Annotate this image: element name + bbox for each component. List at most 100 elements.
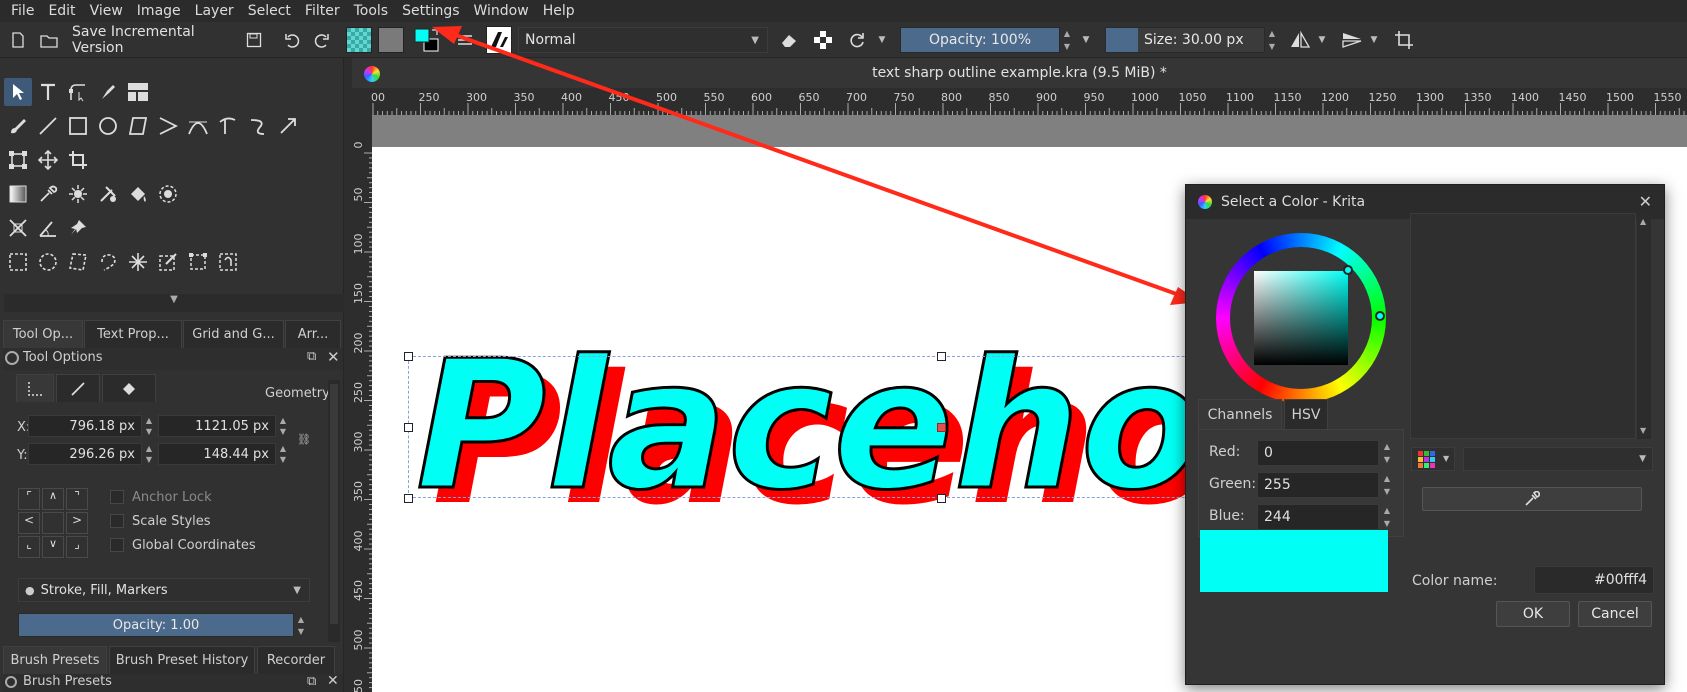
height-field[interactable]: 148.44 px: [158, 443, 276, 465]
rotation-center-handle[interactable]: [937, 423, 946, 432]
menu-filter[interactable]: Filter: [305, 3, 340, 19]
polygonal-selection-tool-icon[interactable]: [64, 248, 92, 276]
similar-color-selection-tool-icon[interactable]: [154, 248, 182, 276]
style-mode-select[interactable]: ● Stroke, Fill, Markers ▼: [18, 578, 310, 602]
transform-tool-icon[interactable]: [4, 146, 32, 174]
select-shapes-tool-icon[interactable]: [4, 78, 32, 106]
wrap-around-icon[interactable]: [1392, 28, 1416, 52]
chevron-down-icon[interactable]: ▼: [1368, 28, 1380, 52]
ok-button[interactable]: OK: [1496, 601, 1570, 627]
save-icon[interactable]: [244, 28, 264, 52]
palette-scrollbar[interactable]: ▲ ▼: [1637, 213, 1651, 439]
rectangle-tool-icon[interactable]: [64, 112, 92, 140]
measure-tool-icon[interactable]: [34, 214, 62, 242]
menu-file[interactable]: File: [11, 3, 34, 19]
scroll-down-icon[interactable]: ▼: [1640, 426, 1646, 435]
tab-grid-and-guides[interactable]: Grid and G...: [183, 320, 284, 348]
tab-brush-presets[interactable]: Brush Presets: [3, 646, 107, 674]
tool-options-scrollbar[interactable]: [328, 380, 340, 642]
fill-assistant-tool-icon[interactable]: [94, 180, 122, 208]
anchor-bottom-icon[interactable]: ∨: [42, 536, 64, 558]
calligraphy-tool-icon[interactable]: [94, 78, 122, 106]
reference-images-tool-icon[interactable]: [124, 78, 152, 106]
document-tab-title[interactable]: text sharp outline example.kra (9.5 MiB)…: [352, 58, 1687, 88]
opacity-slider[interactable]: Opacity: 100%: [900, 27, 1060, 53]
opacity-spinner[interactable]: ▲ ▼: [1061, 27, 1073, 53]
scroll-up-icon[interactable]: ▲: [1640, 217, 1646, 226]
blue-input[interactable]: 244: [1257, 504, 1379, 530]
transform-handle-bottom[interactable]: [937, 494, 946, 503]
color-picker-tool-icon[interactable]: [34, 180, 62, 208]
menu-window[interactable]: Window: [474, 3, 529, 19]
close-icon[interactable]: ✕: [327, 673, 339, 689]
anchor-left-icon[interactable]: <: [18, 512, 40, 534]
width-field[interactable]: 1121.05 px: [158, 415, 276, 437]
screen-color-picker-button[interactable]: [1422, 487, 1642, 511]
transform-handle-top[interactable]: [937, 352, 946, 361]
y-position-field[interactable]: 296.26 px: [28, 443, 142, 465]
eraser-icon[interactable]: [778, 28, 800, 52]
fill-tool-icon[interactable]: [124, 180, 152, 208]
color-name-input[interactable]: #00fff4: [1534, 566, 1654, 594]
save-incremental-button[interactable]: Save Incremental Version: [72, 24, 234, 56]
gradient-preset-icon[interactable]: [346, 27, 372, 53]
anchor-center-icon[interactable]: [42, 512, 64, 534]
tab-text-properties[interactable]: Text Prop...: [84, 320, 182, 348]
menu-view[interactable]: View: [90, 3, 123, 19]
rectangular-selection-tool-icon[interactable]: [4, 248, 32, 276]
hue-picker-handle[interactable]: [1375, 311, 1385, 321]
menu-settings[interactable]: Settings: [402, 3, 459, 19]
size-spinner[interactable]: ▲ ▼: [1266, 27, 1278, 53]
shape-opacity-slider[interactable]: Opacity: 1.00: [18, 613, 294, 637]
text-tool-icon[interactable]: [34, 78, 62, 106]
tab-geometry[interactable]: [16, 374, 54, 402]
elliptical-selection-tool-icon[interactable]: [34, 248, 62, 276]
redo-icon[interactable]: [312, 28, 332, 52]
close-icon[interactable]: ✕: [327, 348, 340, 366]
polygon-tool-icon[interactable]: [124, 112, 152, 140]
tab-channels[interactable]: Channels: [1198, 399, 1282, 429]
freehand-path-tool-icon[interactable]: [214, 112, 242, 140]
chevron-down-icon[interactable]: ▼: [1316, 28, 1328, 52]
freehand-selection-tool-icon[interactable]: [94, 248, 122, 276]
menu-edit[interactable]: Edit: [48, 3, 75, 19]
menu-help[interactable]: Help: [543, 3, 575, 19]
freehand-brush-tool-icon[interactable]: [4, 112, 32, 140]
palette-chooser-button[interactable]: ▼: [1411, 447, 1455, 471]
float-docker-icon[interactable]: ⧉: [307, 349, 316, 364]
edit-shapes-tool-icon[interactable]: [64, 78, 92, 106]
reload-preset-icon[interactable]: [846, 28, 868, 52]
transform-handle-top-left[interactable]: [404, 352, 413, 361]
anchor-bottom-left-icon[interactable]: ⌞: [18, 536, 40, 558]
brush-preset-icon[interactable]: [486, 26, 512, 54]
magnetic-selection-tool-icon[interactable]: [214, 248, 242, 276]
scrollbar-thumb[interactable]: [330, 384, 338, 624]
multibrush-tool-icon[interactable]: [274, 112, 302, 140]
chevron-down-icon[interactable]: ▼: [1080, 28, 1092, 52]
anchor-top-right-icon[interactable]: ⌝: [66, 488, 88, 510]
anchor-lock-checkbox[interactable]: [110, 490, 124, 504]
saturation-value-square[interactable]: [1254, 271, 1348, 365]
smart-patch-tool-icon[interactable]: [64, 180, 92, 208]
tab-recorder[interactable]: Recorder: [257, 646, 335, 674]
polyline-tool-icon[interactable]: [154, 112, 182, 140]
blue-spinner[interactable]: ▲ ▼: [1381, 504, 1393, 530]
sv-picker-handle[interactable]: [1343, 265, 1353, 275]
tab-arrange[interactable]: Arr...: [285, 320, 341, 348]
dynamic-brush-tool-icon[interactable]: [244, 112, 272, 140]
transform-handle-bottom-left[interactable]: [404, 494, 413, 503]
assistant-tool-icon[interactable]: [4, 214, 32, 242]
fg-bg-color-selector[interactable]: [412, 26, 442, 54]
menu-tools[interactable]: Tools: [354, 3, 389, 19]
alpha-lock-icon[interactable]: [812, 28, 834, 52]
menu-select[interactable]: Select: [248, 3, 291, 19]
float-docker-icon[interactable]: ⧉: [307, 674, 316, 689]
anchor-right-icon[interactable]: >: [66, 512, 88, 534]
link-aspect-icon[interactable]: ⛓: [297, 433, 311, 446]
width-spinner[interactable]: ▲ ▼: [277, 415, 289, 437]
toolbox-expand-icon[interactable]: ▼: [4, 294, 344, 312]
scale-styles-checkbox[interactable]: [110, 514, 124, 528]
enclose-fill-tool-icon[interactable]: [154, 180, 182, 208]
pattern-preset-icon[interactable]: [378, 27, 404, 53]
reference-pin-tool-icon[interactable]: [64, 214, 92, 242]
